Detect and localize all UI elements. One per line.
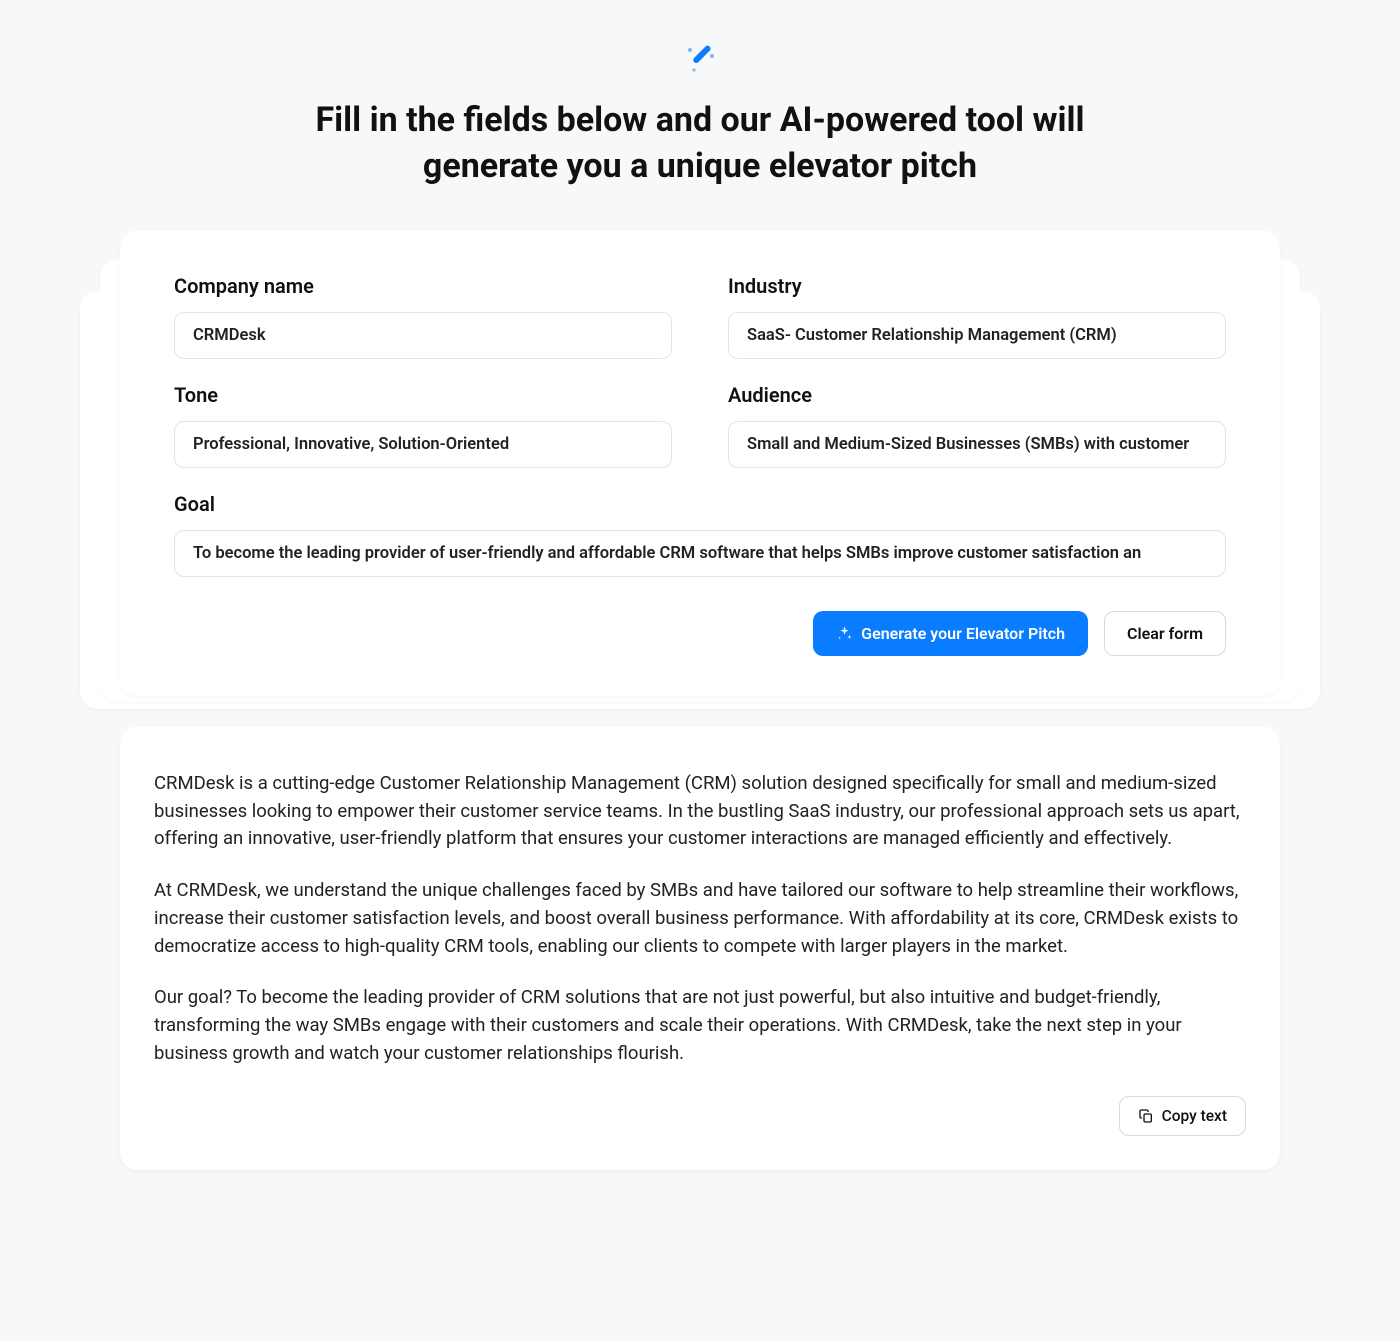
field-industry: Industry <box>728 274 1226 359</box>
field-company-name: Company name <box>174 274 672 359</box>
company-name-label: Company name <box>174 274 672 298</box>
industry-input[interactable] <box>728 312 1226 359</box>
form-card: Company name Industry Tone Audience Goal <box>120 230 1280 696</box>
sparkle-icon <box>836 625 853 642</box>
copy-icon <box>1138 1108 1154 1124</box>
clear-button[interactable]: Clear form <box>1104 611 1226 656</box>
clear-button-label: Clear form <box>1127 624 1203 643</box>
action-row: Generate your Elevator Pitch Clear form <box>174 611 1226 656</box>
copy-button-label: Copy text <box>1162 1107 1227 1125</box>
generate-button-label: Generate your Elevator Pitch <box>861 624 1065 643</box>
company-name-input[interactable] <box>174 312 672 359</box>
field-audience: Audience <box>728 383 1226 468</box>
generate-button[interactable]: Generate your Elevator Pitch <box>813 611 1088 656</box>
goal-label: Goal <box>174 492 1226 516</box>
goal-input[interactable] <box>174 530 1226 577</box>
output-paragraph: At CRMDesk, we understand the unique cha… <box>154 877 1246 960</box>
output-paragraph: CRMDesk is a cutting-edge Customer Relat… <box>154 770 1246 853</box>
form-card-stack: Company name Industry Tone Audience Goal <box>120 230 1280 696</box>
output-text: CRMDesk is a cutting-edge Customer Relat… <box>154 770 1246 1068</box>
copy-text-button[interactable]: Copy text <box>1119 1096 1246 1136</box>
output-card: CRMDesk is a cutting-edge Customer Relat… <box>120 726 1280 1170</box>
audience-input[interactable] <box>728 421 1226 468</box>
field-tone: Tone <box>174 383 672 468</box>
magic-wand-icon <box>120 40 1280 80</box>
tone-label: Tone <box>174 383 672 407</box>
field-goal: Goal <box>174 492 1226 577</box>
page-title: Fill in the fields below and our AI-powe… <box>310 98 1090 190</box>
audience-label: Audience <box>728 383 1226 407</box>
industry-label: Industry <box>728 274 1226 298</box>
output-paragraph: Our goal? To become the leading provider… <box>154 984 1246 1067</box>
tone-input[interactable] <box>174 421 672 468</box>
